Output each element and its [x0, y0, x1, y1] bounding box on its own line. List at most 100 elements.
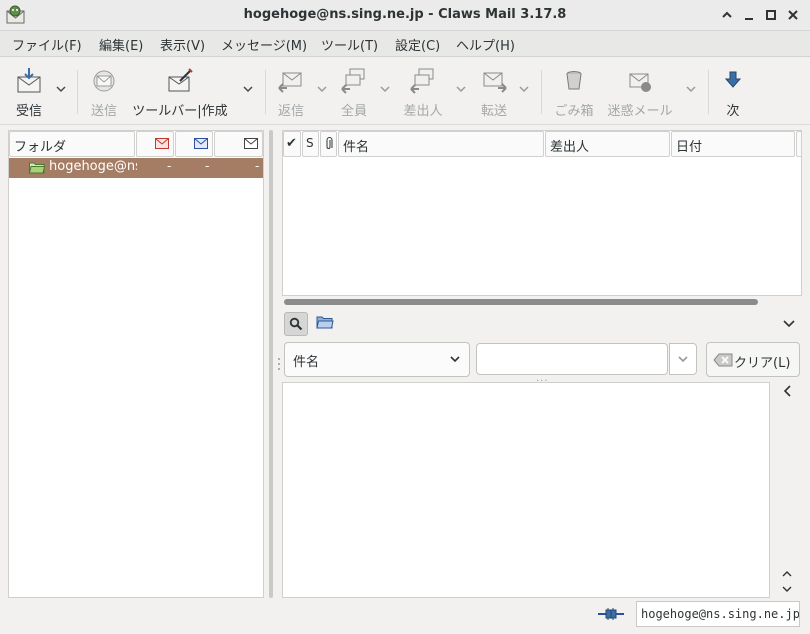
- next-label: 次: [726, 104, 740, 119]
- quick-search-row: 件名 クリア(L): [276, 341, 806, 379]
- quick-search-bar: [282, 308, 802, 340]
- shade-icon[interactable]: [718, 6, 736, 24]
- close-icon[interactable]: [784, 6, 802, 24]
- pane-splitter[interactable]: [268, 130, 274, 600]
- subject-column-header[interactable]: 件名: [338, 131, 544, 157]
- search-folder-icon[interactable]: [316, 314, 334, 330]
- search-icon: [289, 317, 303, 331]
- compose-dropdown-chevron-icon[interactable]: [241, 82, 255, 96]
- quick-search-toggle-button[interactable]: [284, 312, 308, 336]
- subject-column-label: 件名: [343, 140, 370, 155]
- receive-label: 受信: [15, 104, 42, 119]
- folder-name: hogehoge@ns.sing.ne.jp: [49, 159, 137, 174]
- reply-to-sender-icon: [410, 68, 434, 94]
- trash-label: ごみ箱: [554, 104, 594, 119]
- folder-row-account[interactable]: hogehoge@ns.sing.ne.jp - - -: [9, 158, 263, 178]
- receive-mail-icon: [17, 68, 41, 93]
- reply-sender-dropdown-chevron-icon[interactable]: [454, 82, 468, 96]
- send-button[interactable]: 送信: [84, 65, 124, 121]
- forward-button[interactable]: 転送: [476, 65, 512, 121]
- maximize-icon[interactable]: [762, 6, 780, 24]
- account-status: hogehoge@ns.sing.ne.jp: [636, 601, 800, 627]
- new-count-column-header[interactable]: [136, 131, 174, 157]
- from-column-header[interactable]: 差出人: [545, 131, 670, 157]
- toolbar-separator: [77, 70, 78, 114]
- send-label: 送信: [90, 104, 117, 119]
- total-count-column-header[interactable]: [214, 131, 263, 157]
- online-plug-icon[interactable]: [597, 607, 625, 621]
- reply-all-icon: [341, 68, 365, 94]
- paperclip-icon: [326, 137, 333, 149]
- next-button[interactable]: 次: [718, 65, 748, 121]
- attachment-column-header[interactable]: [320, 131, 337, 157]
- reply-all-dropdown-chevron-icon[interactable]: [378, 82, 392, 96]
- menu-edit[interactable]: 編集(E): [99, 35, 143, 54]
- date-column-label: 日付: [676, 140, 703, 155]
- folder-total-count: -: [255, 159, 260, 173]
- reply-icon: [278, 72, 302, 93]
- from-column-label: 差出人: [550, 140, 590, 155]
- folder-column-label: フォルダ: [14, 140, 67, 155]
- reply-label: 返信: [277, 104, 304, 119]
- unread-count-column-header[interactable]: [175, 131, 213, 157]
- reply-sender-label: 差出人: [403, 104, 443, 119]
- status-column-label: S: [306, 136, 314, 150]
- forward-dropdown-chevron-icon[interactable]: [517, 82, 531, 96]
- toolbar-separator: [265, 70, 266, 114]
- message-list-horizontal-scrollbar[interactable]: [284, 299, 758, 305]
- scroll-up-arrow-icon[interactable]: [780, 568, 794, 580]
- extra-column-header[interactable]: [796, 131, 801, 157]
- spam-button[interactable]: 迷惑メール: [606, 65, 674, 121]
- receive-button[interactable]: 受信: [8, 65, 50, 121]
- compose-button[interactable]: ツールバー|作成: [130, 65, 230, 121]
- new-mail-icon: [155, 138, 169, 149]
- forward-label: 転送: [480, 104, 507, 119]
- date-column-header[interactable]: 日付: [671, 131, 795, 157]
- compose-mail-icon: [168, 68, 193, 92]
- message-viewer: [282, 382, 770, 598]
- spam-icon: [629, 73, 651, 92]
- menu-tools[interactable]: ツール(T): [321, 35, 378, 54]
- status-column-header[interactable]: S: [302, 131, 319, 157]
- reply-all-label: 全員: [340, 104, 367, 119]
- menu-help[interactable]: ヘルプ(H): [456, 35, 515, 54]
- title-bar: hogehoge@ns.sing.ne.jp - Claws Mail 3.17…: [0, 0, 810, 31]
- reply-sender-button[interactable]: 差出人: [400, 65, 446, 121]
- search-type-select[interactable]: 件名: [284, 342, 470, 377]
- next-down-arrow-icon: [724, 71, 742, 88]
- unread-mail-icon: [194, 138, 208, 149]
- menu-file[interactable]: ファイル(F): [12, 35, 82, 54]
- mark-column-header[interactable]: ✔: [283, 131, 301, 157]
- clear-backspace-icon: [713, 353, 733, 367]
- folder-column-header[interactable]: フォルダ: [9, 131, 135, 157]
- reply-button[interactable]: 返信: [272, 65, 310, 121]
- toolbar-separator: [541, 70, 542, 114]
- menu-view[interactable]: 表示(V): [160, 35, 205, 54]
- receive-dropdown-chevron-icon[interactable]: [54, 82, 68, 96]
- search-type-value: 件名: [293, 355, 320, 370]
- trash-icon: [566, 71, 582, 90]
- spam-dropdown-chevron-icon[interactable]: [684, 82, 698, 96]
- folder-tree: フォルダ hogehoge@ns.sing.ne.jp - - -: [8, 130, 264, 598]
- menu-configuration[interactable]: 設定(C): [395, 35, 440, 54]
- clear-search-button[interactable]: クリア(L): [706, 342, 800, 377]
- minimize-icon[interactable]: [740, 6, 758, 24]
- scroll-down-arrow-icon[interactable]: [780, 583, 794, 595]
- trash-button[interactable]: ごみ箱: [552, 65, 596, 121]
- chevron-down-icon: [678, 356, 688, 363]
- forward-icon: [483, 72, 507, 93]
- mark-column-label: ✔: [286, 136, 297, 151]
- open-folder-icon: [29, 162, 45, 174]
- toolbar-separator: [708, 70, 709, 114]
- mime-panel-chevron-left-icon[interactable]: [781, 384, 795, 398]
- search-history-dropdown[interactable]: [669, 343, 697, 375]
- splitter-grip: [269, 130, 273, 598]
- reply-dropdown-chevron-icon[interactable]: [315, 82, 329, 96]
- spam-label: 迷惑メール: [607, 104, 673, 119]
- folder-new-count: -: [167, 159, 172, 173]
- reply-all-button[interactable]: 全員: [336, 65, 372, 121]
- quick-search-expand-chevron-icon[interactable]: [782, 316, 796, 330]
- menu-message[interactable]: メッセージ(M): [221, 35, 307, 54]
- chevron-down-icon: [450, 356, 460, 363]
- search-input[interactable]: [476, 343, 668, 375]
